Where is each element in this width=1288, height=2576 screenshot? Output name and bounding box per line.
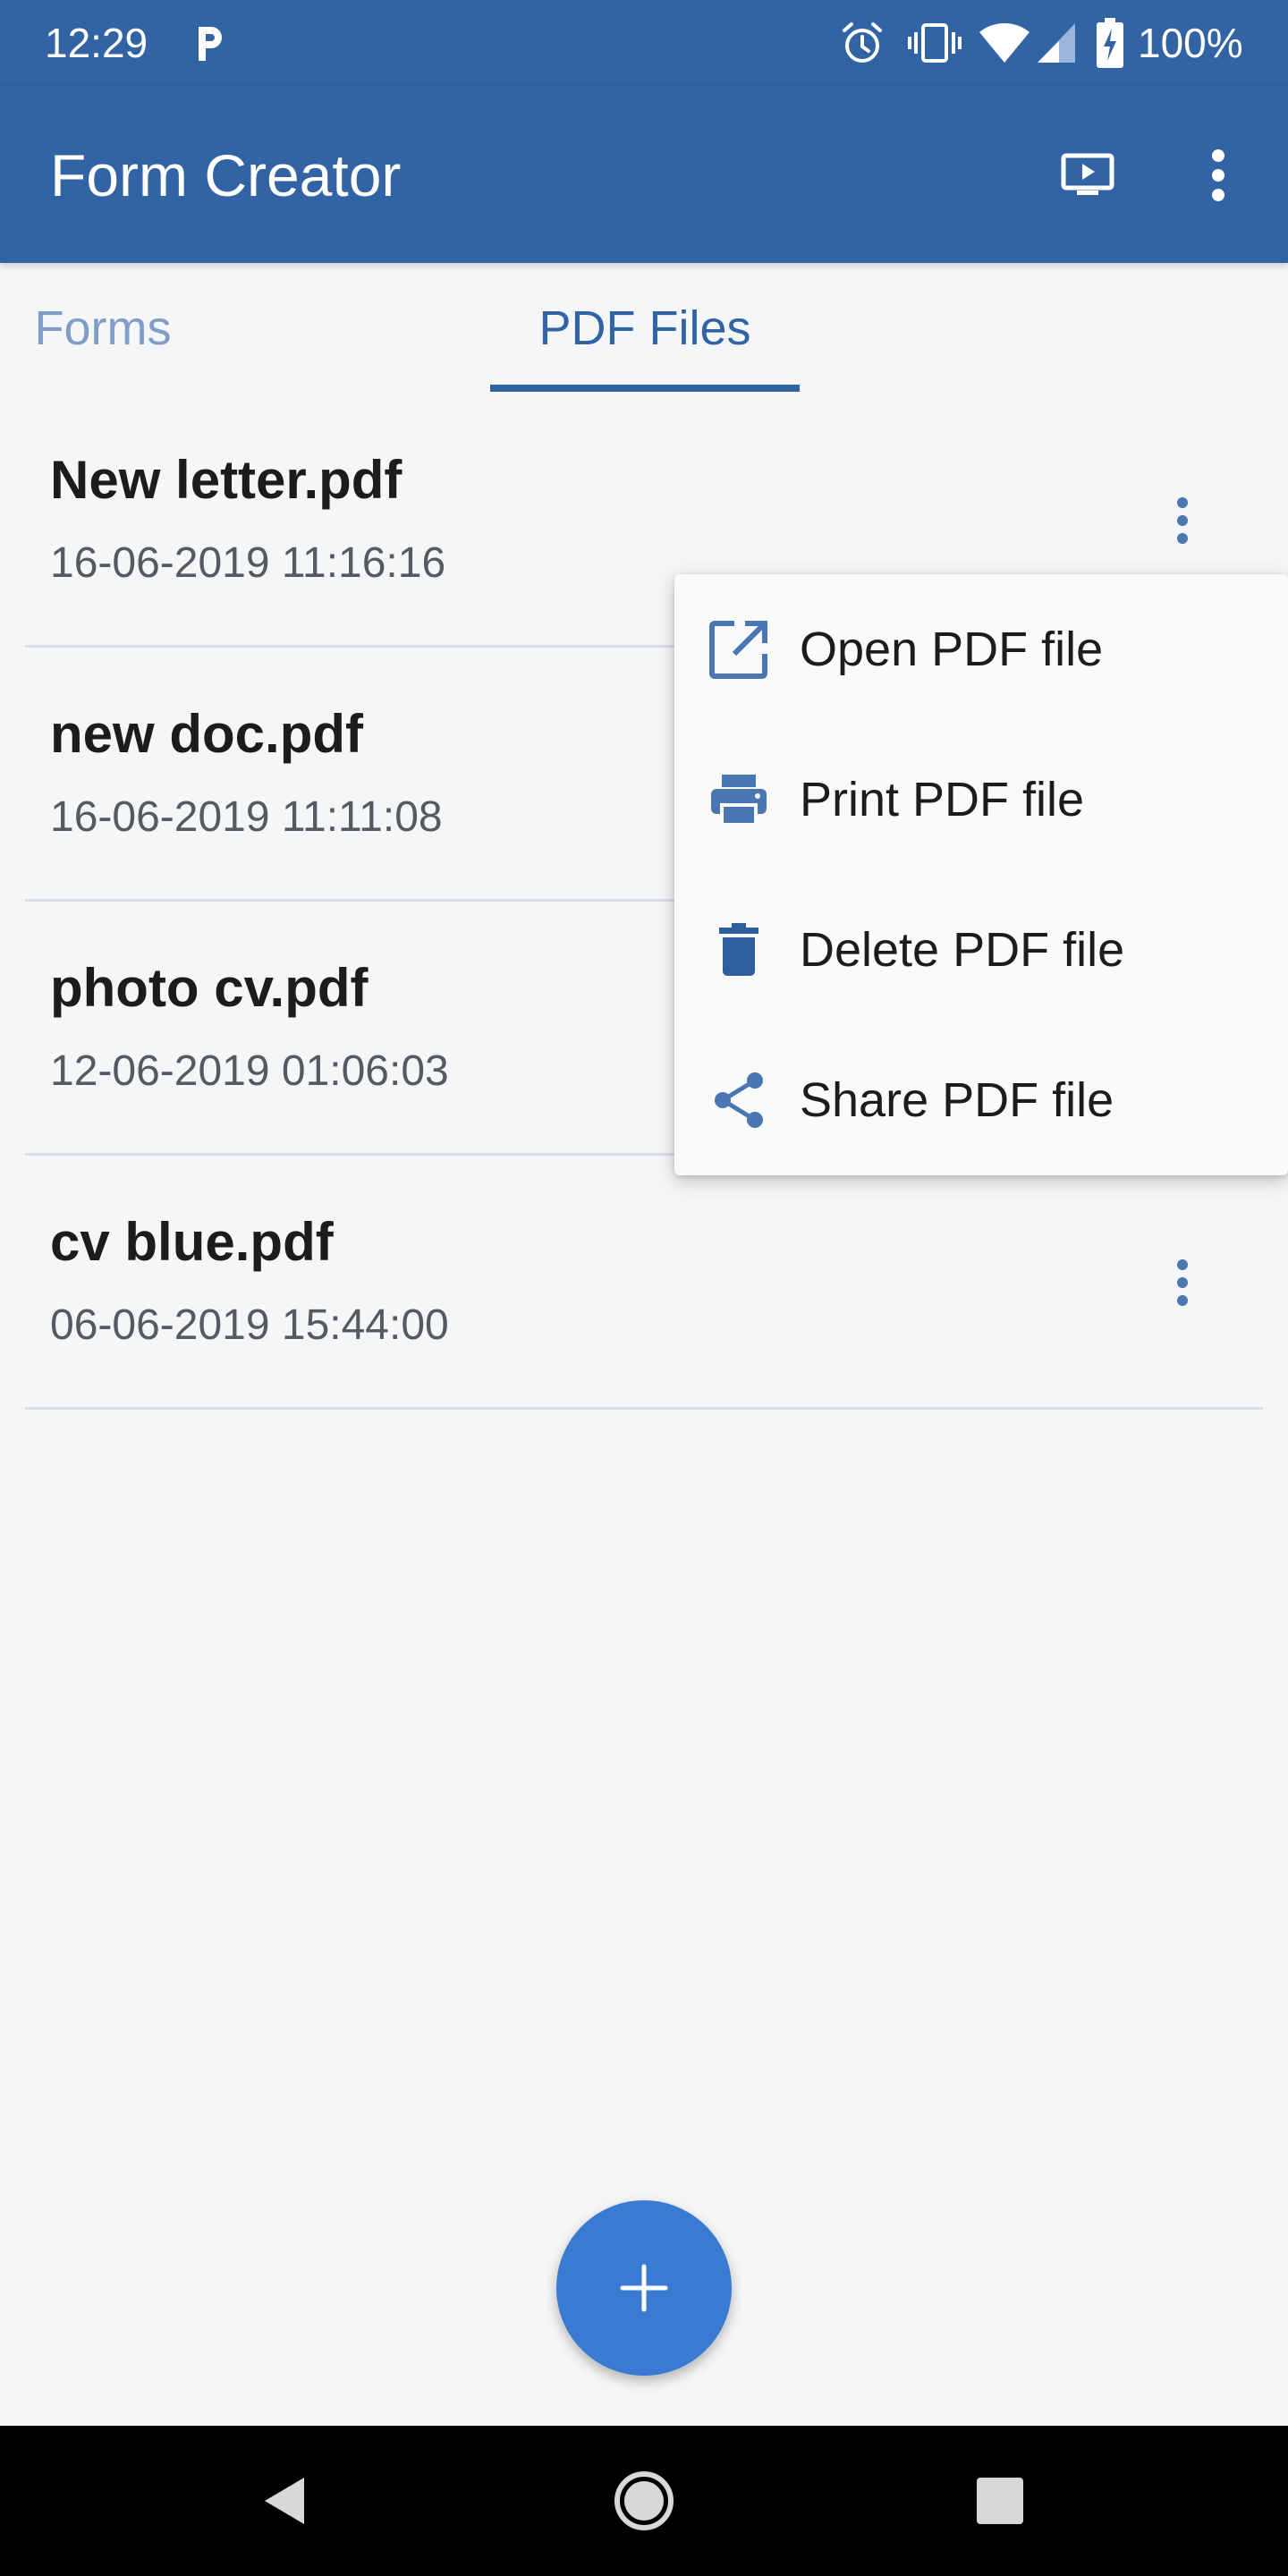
slideshow-button[interactable]	[1043, 131, 1132, 220]
divider	[25, 1407, 1263, 1410]
menu-label-print: Print PDF file	[800, 773, 1085, 826]
file-date: 06-06-2019 15:44:00	[50, 1301, 449, 1349]
slideshow-icon	[1061, 153, 1114, 195]
file-date: 16-06-2019 11:16:16	[50, 539, 446, 587]
tab-forms[interactable]: Forms	[18, 263, 188, 394]
more-vert-icon	[1177, 497, 1188, 544]
file-options-menu: Open PDF file Print PDF file Delete PDF …	[674, 574, 1288, 1175]
nav-home-button[interactable]	[599, 2456, 689, 2546]
home-icon	[614, 2471, 674, 2530]
battery-percent: 100%	[1138, 20, 1243, 66]
wifi-icon	[979, 22, 1030, 63]
menu-item-share[interactable]: Share PDF file	[674, 1025, 1288, 1175]
add-pdf-button[interactable]	[556, 2200, 732, 2376]
nav-back-button[interactable]	[240, 2456, 329, 2546]
menu-label-share: Share PDF file	[800, 1073, 1114, 1127]
status-bar: 12:29 100%	[0, 0, 1288, 86]
file-date: 12-06-2019 01:06:03	[50, 1047, 449, 1095]
vibrate-icon	[908, 23, 962, 63]
list-item[interactable]: cv blue.pdf 06-06-2019 15:44:00	[0, 1156, 1288, 1410]
file-date: 16-06-2019 11:11:08	[50, 793, 443, 841]
more-vert-icon	[1177, 1259, 1188, 1306]
battery-charging-icon	[1097, 18, 1123, 68]
menu-item-open[interactable]: Open PDF file	[674, 574, 1288, 724]
open-external-icon	[703, 614, 775, 685]
file-name: new doc.pdf	[50, 704, 363, 764]
parking-icon	[199, 27, 222, 61]
app-title: Form Creator	[50, 142, 402, 208]
menu-label-delete: Delete PDF file	[800, 923, 1125, 977]
file-name: New letter.pdf	[50, 450, 402, 510]
alarm-icon	[843, 22, 882, 63]
signal-icon	[1038, 23, 1075, 63]
item-more-button[interactable]	[1138, 476, 1227, 565]
menu-label-open: Open PDF file	[800, 623, 1104, 676]
plus-icon	[620, 2264, 668, 2312]
app-bar: Form Creator	[0, 86, 1288, 263]
more-vert-icon	[1212, 149, 1224, 201]
overflow-menu-button[interactable]	[1174, 131, 1263, 220]
back-icon	[265, 2478, 304, 2524]
tab-pdf-files[interactable]: PDF Files	[490, 263, 800, 394]
menu-item-print[interactable]: Print PDF file	[674, 724, 1288, 875]
file-name: cv blue.pdf	[50, 1212, 334, 1272]
file-name: photo cv.pdf	[50, 958, 369, 1018]
system-nav-bar	[0, 2426, 1288, 2576]
print-icon	[703, 764, 775, 835]
delete-icon	[703, 914, 775, 986]
recents-icon	[977, 2478, 1023, 2524]
tab-bar: Forms PDF Files	[0, 263, 1288, 394]
tab-indicator	[490, 385, 800, 392]
nav-recents-button[interactable]	[955, 2456, 1045, 2546]
share-icon	[703, 1064, 775, 1136]
menu-item-delete[interactable]: Delete PDF file	[674, 875, 1288, 1025]
status-time: 12:29	[45, 20, 148, 66]
item-more-button[interactable]	[1138, 1238, 1227, 1327]
